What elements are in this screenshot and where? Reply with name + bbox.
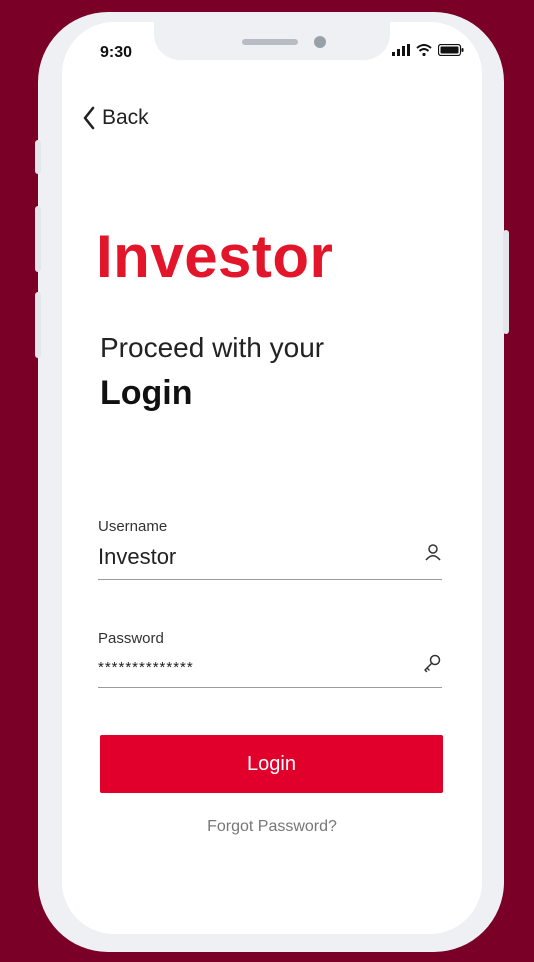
speaker-grille <box>242 39 298 45</box>
key-icon <box>424 654 441 673</box>
page-subtitle: Proceed with your <box>100 332 325 363</box>
password-row: ************** <box>98 647 442 688</box>
phone-side-button <box>35 206 41 272</box>
password-label: Password <box>98 630 164 647</box>
phone-side-button <box>35 140 41 174</box>
phone-screen: 9:30 Back Investor Proceed with your Log… <box>62 22 482 934</box>
user-icon <box>425 544 441 561</box>
phone-side-button <box>35 292 41 358</box>
back-label: Back <box>102 106 149 129</box>
chevron-left-icon <box>83 106 95 130</box>
username-label: Username <box>98 518 168 535</box>
forgot-password-link[interactable]: Forgot Password? <box>62 818 482 836</box>
front-camera <box>314 36 326 48</box>
username-row <box>98 535 442 580</box>
status-time: 9:30 <box>100 44 133 61</box>
brand-logo: Investor <box>96 223 334 290</box>
battery-icon <box>438 44 464 56</box>
wifi-icon <box>416 44 432 56</box>
username-field: Username <box>98 518 442 580</box>
back-button[interactable]: Back <box>82 106 149 130</box>
page-title: Login <box>100 374 193 412</box>
username-input[interactable] <box>98 544 398 570</box>
signal-icon <box>392 44 410 56</box>
password-field: Password ************** <box>98 630 442 688</box>
status-icons <box>392 44 464 56</box>
phone-side-button <box>503 230 509 334</box>
phone-notch <box>154 22 390 60</box>
password-input[interactable]: ************** <box>98 659 398 676</box>
login-button[interactable]: Login <box>100 735 443 793</box>
